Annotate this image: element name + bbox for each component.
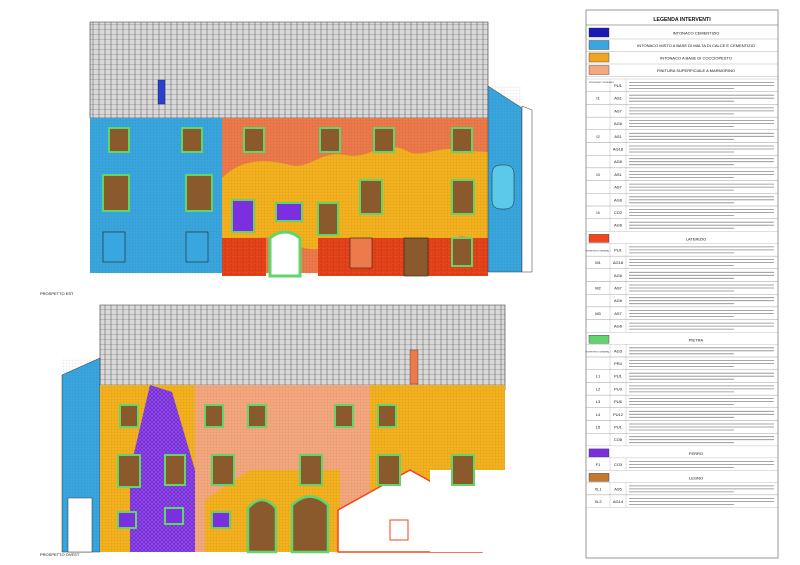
intervention-code: M2 <box>595 285 601 290</box>
intervention-code: M1 <box>595 260 601 265</box>
intervention-subcode: AG6 <box>614 324 623 329</box>
finish-swatch <box>588 65 610 75</box>
chimney-west <box>409 349 419 385</box>
intervention-subcode: AS7 <box>614 311 622 316</box>
intervention-subcode: AS1 <box>614 96 622 101</box>
section-name: PIETRA <box>689 337 704 342</box>
finish-swatch <box>588 40 610 50</box>
intervention-code: M3 <box>595 311 601 316</box>
intervention-subcode: AS1 <box>614 172 622 177</box>
intervention-subcode: PU6 <box>614 399 623 404</box>
roof-west <box>99 304 506 391</box>
intervention-subcode: CO6 <box>614 437 623 442</box>
intervention-subcode: AS1 <box>614 134 622 139</box>
intervention-subcode: AG18 <box>613 146 624 151</box>
finish-swatch <box>588 27 610 38</box>
intervention-code: F1 <box>596 462 601 467</box>
section-name: FERRO <box>689 451 703 456</box>
intervention-subcode: AG18 <box>613 260 624 265</box>
caption-west: PROSPETTO OVEST <box>40 552 80 557</box>
intervention-subcode: PU1 <box>614 83 623 88</box>
annex-opening <box>491 164 515 210</box>
intervention-subcode: PU1 <box>614 424 623 429</box>
elevation-west: PROSPETTO OVEST <box>40 304 506 557</box>
chimney <box>157 79 166 105</box>
section-swatch <box>588 234 610 243</box>
finish-label: FINITURA SUPERFICIALE A MARMORINO <box>657 68 735 73</box>
intervention-subcode: CO2 <box>614 210 623 215</box>
intervention-subcode: PU1 <box>614 374 623 379</box>
finish-label: INTONACO CEMENTIZIO <box>673 31 720 36</box>
intervention-subcode: AG3 <box>614 348 623 353</box>
intervention-code: L1 <box>596 374 601 379</box>
intervention-subcode: AS7 <box>614 108 622 113</box>
finish-swatch <box>588 52 610 63</box>
intervention-subcode: AS7 <box>614 285 622 290</box>
legend-title: LEGENDA INTERVENTI <box>653 17 711 23</box>
legend-header-general: INTERVENTI GENERALI <box>589 81 614 84</box>
finish-label: INTONACO A BASE DI COCCIOPESTO <box>660 56 732 61</box>
intervention-subcode: AG6 <box>614 298 623 303</box>
intervention-code: INTERVENTI GENERALI <box>586 350 611 353</box>
elevation-east: PROSPETTO EST <box>40 21 533 296</box>
intervention-subcode: CO3 <box>614 462 623 467</box>
intervention-subcode: PU3 <box>614 386 623 391</box>
annex-shed <box>521 105 533 273</box>
intervention-subcode: PU12 <box>613 412 624 417</box>
intervention-subcode: AS5 <box>614 486 622 491</box>
section-swatch <box>588 335 610 344</box>
intervention-subcode: AG6 <box>614 121 623 126</box>
section-name: LATERIZIO <box>686 236 706 241</box>
legend-frame <box>585 9 779 559</box>
intervention-code: XL2 <box>594 499 602 504</box>
intervention-subcode: AG6 <box>614 223 623 228</box>
intervention-code: INTERVENTI GENERALI <box>586 249 611 252</box>
roof-east <box>89 21 489 119</box>
intervention-subcode: AS7 <box>614 185 622 190</box>
legend-panel: LEGENDA INTERVENTI INTONACO CEMENTIZIO IN… <box>585 9 779 559</box>
intervention-subcode: AG6 <box>614 159 623 164</box>
intervention-subcode: PR4 <box>614 361 623 366</box>
intervention-subcode: PU1 <box>614 247 623 252</box>
section-swatch <box>588 448 610 458</box>
intervention-subcode: AG14 <box>613 499 624 504</box>
intervention-subcode: AG6 <box>614 197 623 202</box>
finish-label: INTONACO MISTO A BASE DI MALTA DI CALCE … <box>637 43 755 48</box>
intervention-code: XL1 <box>594 486 602 491</box>
intervention-code: L4 <box>596 412 601 417</box>
caption-east: PROSPETTO EST <box>40 291 74 296</box>
intervention-code: L3 <box>596 399 601 404</box>
intervention-code: L5 <box>596 424 601 429</box>
intervention-subcode: AG6 <box>614 273 623 278</box>
section-name: LEGNO <box>689 475 703 480</box>
drawing-sheet: PROSPETTO EST PROSPETTO OVEST LEGENDA IN… <box>40 9 779 559</box>
section-swatch <box>588 473 610 482</box>
intervention-code: L2 <box>596 386 601 391</box>
